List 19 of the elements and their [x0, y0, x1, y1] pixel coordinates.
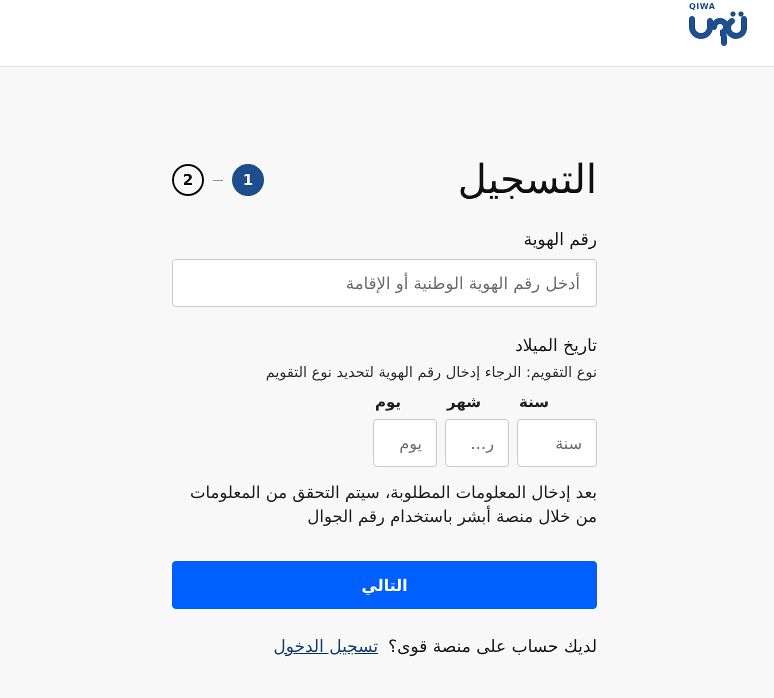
calendar-hint: نوع التقويم: الرجاء إدخال رقم الهوية لتحديد نوع التقويم	[264, 365, 597, 382]
date-label: يوم	[375, 392, 402, 412]
date-field[interactable]: ر…	[445, 419, 509, 467]
logo-text: QIWA	[689, 2, 716, 11]
date-label: سنة	[519, 392, 549, 412]
step-indicator: 1	[232, 164, 264, 196]
logo-icon[interactable]	[688, 11, 748, 47]
step-indicator: 2	[172, 164, 204, 196]
id-number-field[interactable]: أدخل رقم الهوية الوطنية أو الإقامة	[172, 259, 597, 307]
date-field[interactable]: يوم	[373, 419, 437, 467]
next-button[interactable]: التالي	[172, 561, 597, 609]
date-label: شهر	[447, 392, 481, 412]
login-link[interactable]: تسجيل الدخول	[273, 636, 378, 658]
field-label: تاريخ الميلاد	[514, 335, 597, 357]
page-title: التسجيل	[458, 159, 597, 201]
account-prompt: لديك حساب على منصة قوى؟	[388, 636, 597, 658]
field-label: رقم الهوية	[522, 229, 597, 251]
verification-notice: بعد إدخال المعلومات المطلوبة، سيتم التحقق من المعلومات من خلال منصة أبشر باستخدام رقم الجوال	[188, 482, 597, 528]
date-field[interactable]: سنة	[517, 419, 597, 467]
